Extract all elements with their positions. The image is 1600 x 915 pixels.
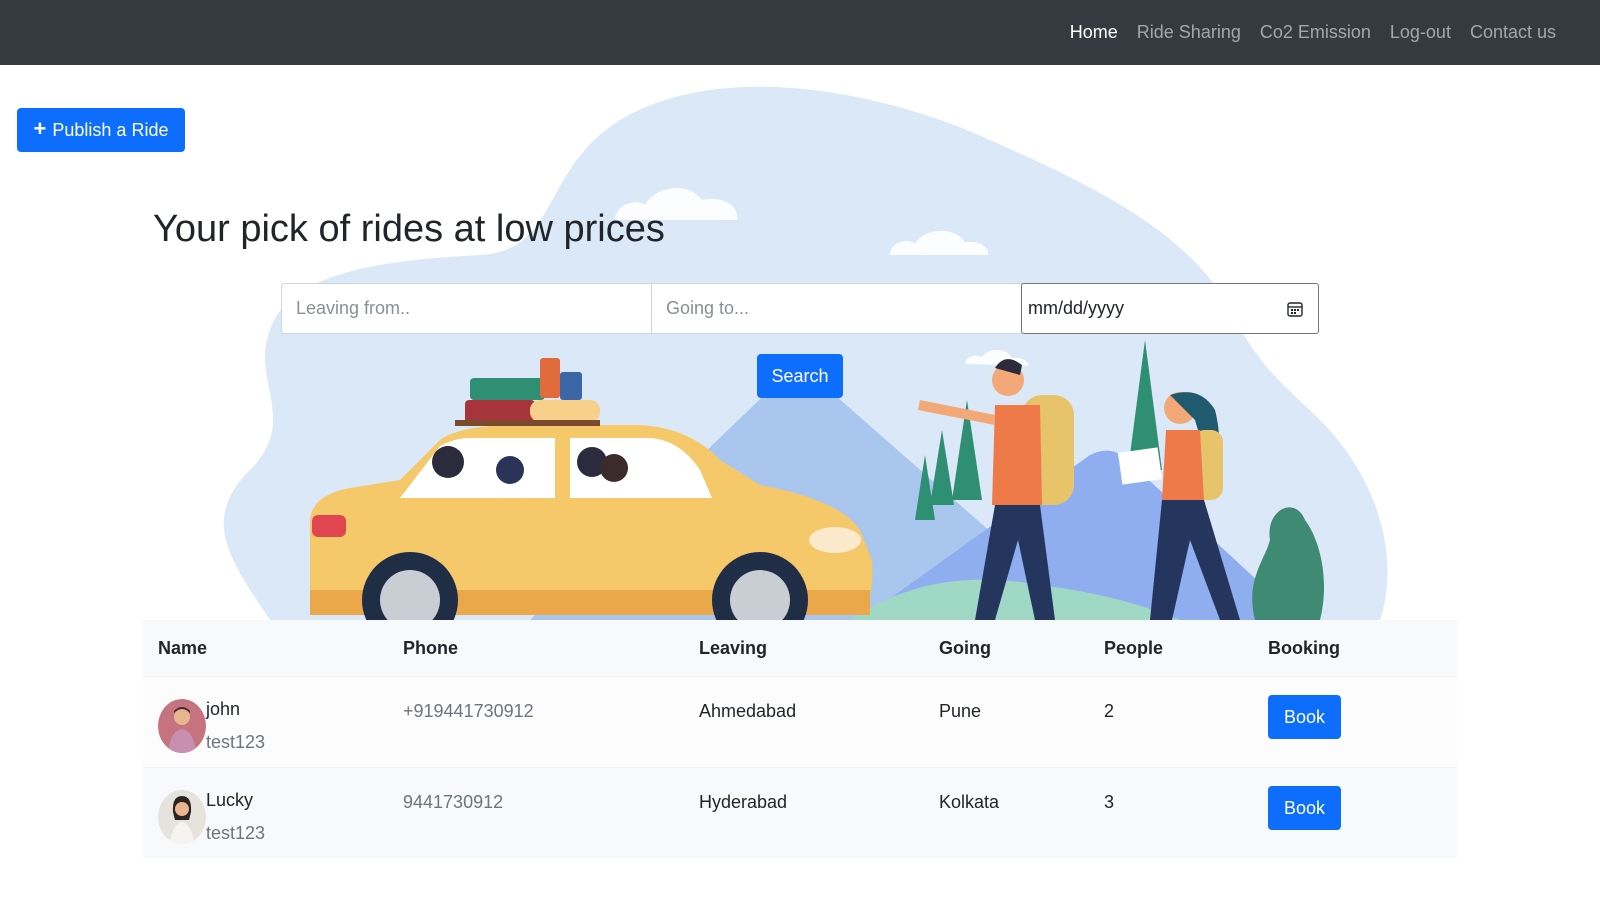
header-going: Going [939,637,991,658]
nav-home[interactable]: Home [1070,22,1118,43]
nav-log-out[interactable]: Log-out [1390,22,1451,43]
leaving-from-input[interactable] [281,283,652,334]
user-name: Lucky [206,790,254,810]
avatar [158,790,206,844]
people-cell: 2 [1104,701,1115,721]
hero-illustration [223,86,1388,620]
name-cell: Lucky test123 [143,768,396,850]
avatar [158,699,206,753]
leaving-cell: Hyderabad [699,792,788,812]
publish-ride-label: Publish a Ride [52,119,169,140]
user-name: john [206,699,241,719]
header-name: Name [158,637,208,658]
date-input[interactable]: mm/dd/yyyy [1021,283,1319,334]
user-username: test123 [206,732,266,752]
people-cell: 3 [1104,792,1115,812]
table-row: john test123 +919441730912 Ahmedabad Pun… [143,676,1457,767]
name-lines: Lucky test123 [206,784,265,850]
booking-cell: Book [1268,677,1457,739]
name-cell: john test123 [143,677,396,759]
hero-title: Your pick of rides at low prices [153,208,665,250]
going-cell: Pune [939,701,982,721]
table-row: Lucky test123 9441730912 Hyderabad Kolka… [143,767,1457,858]
phone-cell: 9441730912 [403,792,504,812]
nav-contact-us[interactable]: Contact us [1470,22,1556,43]
header-people: People [1104,637,1164,658]
plus-icon: + [33,116,47,141]
nav-co2-emission[interactable]: Co2 Emission [1260,22,1371,43]
leaving-cell: Ahmedabad [699,701,797,721]
header-booking: Booking [1268,637,1340,658]
publish-ride-button[interactable]: + Publish a Ride [17,108,185,152]
header-leaving: Leaving [699,637,768,658]
table-header: Name Phone Leaving Going People Booking [143,620,1457,676]
date-input-value: mm/dd/yyyy [1028,298,1125,318]
nav-ride-sharing[interactable]: Ride Sharing [1137,22,1241,43]
rides-table: Name Phone Leaving Going People Booking … [143,620,1457,858]
going-cell: Kolkata [939,792,1000,812]
book-button[interactable]: Book [1268,786,1341,830]
search-button[interactable]: Search [757,354,843,398]
user-username: test123 [206,823,266,843]
book-button[interactable]: Book [1268,695,1341,739]
name-lines: john test123 [206,693,265,759]
header-phone: Phone [403,637,459,658]
booking-cell: Book [1268,768,1457,830]
phone-cell: +919441730912 [403,701,534,721]
navbar: Home Ride Sharing Co2 Emission Log-out C… [0,0,1600,65]
calendar-icon[interactable] [1286,300,1304,318]
going-to-input[interactable] [652,283,1022,334]
nav-links: Home Ride Sharing Co2 Emission Log-out C… [1070,0,1556,65]
